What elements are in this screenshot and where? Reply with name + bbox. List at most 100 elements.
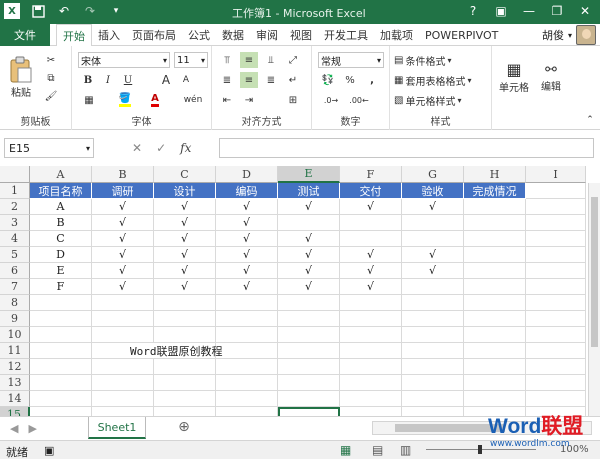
cell-A11[interactable] (30, 343, 92, 359)
cell-G1[interactable]: 验收 (402, 183, 464, 199)
cell-B3[interactable]: √ (92, 215, 154, 231)
cell-C5[interactable]: √ (154, 247, 216, 263)
prev-sheet-icon[interactable]: ◀ (10, 422, 18, 435)
cell-B7[interactable]: √ (92, 279, 154, 295)
cell-A9[interactable] (30, 311, 92, 327)
vertical-scrollbar[interactable] (588, 183, 600, 416)
cell-F5[interactable]: √ (340, 247, 402, 263)
enter-icon[interactable]: ✓ (156, 141, 166, 155)
increase-font-button[interactable]: A (158, 72, 174, 88)
align-left-icon[interactable]: ≣ (218, 72, 236, 88)
cell-F11[interactable] (340, 343, 402, 359)
border-icon[interactable]: ▦ (80, 92, 98, 108)
tab-developer[interactable]: 开发工具 (318, 24, 374, 46)
cell-I14[interactable] (526, 391, 586, 407)
zoom-level[interactable]: 100% (560, 444, 589, 455)
cell-H3[interactable] (464, 215, 526, 231)
font-size-select[interactable]: 11 ▾ (174, 52, 208, 68)
phonetic-button[interactable]: wén (180, 92, 206, 108)
wrap-text-icon[interactable]: ↵ (284, 72, 302, 88)
cell-A14[interactable] (30, 391, 92, 407)
cell-H9[interactable] (464, 311, 526, 327)
cell-G6[interactable]: √ (402, 263, 464, 279)
cell-G2[interactable]: √ (402, 199, 464, 215)
cell-B12[interactable] (92, 359, 154, 375)
tab-review[interactable]: 审阅 (250, 24, 284, 46)
increase-indent-icon[interactable]: ⇥ (240, 92, 258, 108)
cell-H6[interactable] (464, 263, 526, 279)
row-header[interactable]: 14 (0, 391, 30, 407)
cell-styles-button[interactable]: ▧ 单元格样式 ▾ (394, 92, 490, 108)
cell-C1[interactable]: 设计 (154, 183, 216, 199)
close-button[interactable]: ✕ (574, 2, 596, 20)
tab-powerpivot[interactable]: POWERPIVOT (419, 24, 504, 46)
italic-button[interactable]: I (100, 72, 116, 88)
cell-I13[interactable] (526, 375, 586, 391)
help-button[interactable]: ? (462, 2, 484, 20)
tab-insert[interactable]: 插入 (92, 24, 126, 46)
cell-H13[interactable] (464, 375, 526, 391)
cell-E2[interactable]: √ (278, 199, 340, 215)
cell-H5[interactable] (464, 247, 526, 263)
cell-B10[interactable] (92, 327, 154, 343)
row-header[interactable]: 12 (0, 359, 30, 375)
cell-D5[interactable]: √ (216, 247, 278, 263)
cell-D10[interactable] (216, 327, 278, 343)
cell-D12[interactable] (216, 359, 278, 375)
cell-B1[interactable]: 调研 (92, 183, 154, 199)
restore-button[interactable]: ❐ (546, 2, 568, 20)
column-header[interactable]: A (30, 166, 92, 183)
cell-E12[interactable] (278, 359, 340, 375)
cell-C6[interactable]: √ (154, 263, 216, 279)
ribbon-display-icon[interactable]: ▣ (490, 2, 512, 20)
merge-center-icon[interactable]: ⊞ (284, 92, 302, 108)
cell-F4[interactable] (340, 231, 402, 247)
horizontal-scrollbar[interactable] (372, 421, 592, 435)
page-break-view-icon[interactable]: ▥ (400, 443, 411, 457)
cell-B9[interactable] (92, 311, 154, 327)
font-name-select[interactable]: 宋体 ▾ (78, 52, 170, 68)
cell-H4[interactable] (464, 231, 526, 247)
page-layout-view-icon[interactable]: ▤ (372, 443, 383, 457)
cell-F8[interactable] (340, 295, 402, 311)
scrollbar-thumb[interactable] (591, 197, 598, 347)
cell-F2[interactable]: √ (340, 199, 402, 215)
cell-I9[interactable] (526, 311, 586, 327)
column-header[interactable]: C (154, 166, 216, 183)
cell-C12[interactable] (154, 359, 216, 375)
cells-button[interactable]: ▦ 单元格 (494, 52, 534, 102)
select-all-corner[interactable] (0, 166, 30, 183)
align-middle-icon[interactable]: ≡ (240, 52, 258, 68)
cell-H7[interactable] (464, 279, 526, 295)
excel-logo-icon[interactable]: X (4, 3, 20, 19)
cell-I3[interactable] (526, 215, 586, 231)
cell-B6[interactable]: √ (92, 263, 154, 279)
cell-A2[interactable]: A (30, 199, 92, 215)
cell-A10[interactable] (30, 327, 92, 343)
decrease-font-button[interactable]: A (178, 72, 194, 88)
cell-D8[interactable] (216, 295, 278, 311)
cancel-icon[interactable]: ✕ (132, 141, 142, 155)
cell-F10[interactable] (340, 327, 402, 343)
cell-I2[interactable] (526, 199, 586, 215)
cell-C9[interactable] (154, 311, 216, 327)
underline-button[interactable]: U (120, 72, 136, 88)
cell-C14[interactable] (154, 391, 216, 407)
tab-formulas[interactable]: 公式 (182, 24, 216, 46)
cell-D14[interactable] (216, 391, 278, 407)
column-header[interactable]: B (92, 166, 154, 183)
cell-A7[interactable]: F (30, 279, 92, 295)
cell-C2[interactable]: √ (154, 199, 216, 215)
normal-view-icon[interactable]: ▦ (340, 443, 351, 457)
format-painter-icon[interactable]: 🖌 (42, 88, 60, 104)
cell-F1[interactable]: 交付 (340, 183, 402, 199)
cell-H2[interactable] (464, 199, 526, 215)
cell-F14[interactable] (340, 391, 402, 407)
copy-icon[interactable]: ⧉ (42, 70, 60, 86)
row-header[interactable]: 6 (0, 263, 30, 279)
cell-D3[interactable]: √ (216, 215, 278, 231)
row-header[interactable]: 4 (0, 231, 30, 247)
cell-E4[interactable]: √ (278, 231, 340, 247)
align-top-icon[interactable]: ⫪ (218, 52, 236, 68)
add-sheet-button[interactable]: ⊕ (176, 419, 192, 435)
